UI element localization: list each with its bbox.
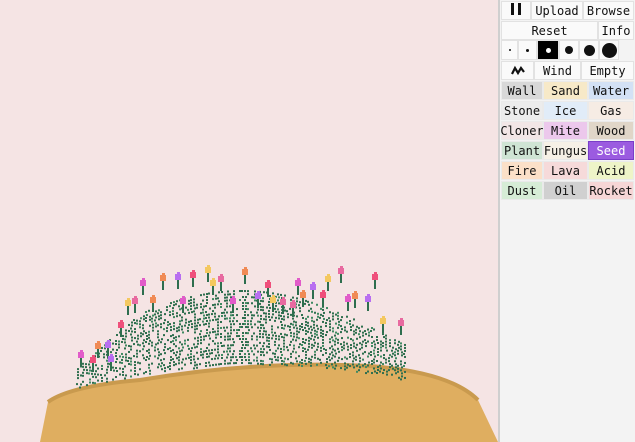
brush-size-1-button[interactable] — [501, 40, 518, 60]
element-cloner-button[interactable]: Cloner — [500, 121, 544, 140]
brush-dot-icon — [508, 49, 511, 51]
element-wall-button[interactable]: Wall — [501, 81, 543, 100]
brush-dot-icon — [526, 48, 529, 52]
brush-size-6-button[interactable] — [599, 40, 619, 60]
brush-size-5-button[interactable] — [579, 40, 599, 60]
brush-size-row — [501, 40, 619, 60]
element-row: Plant Fungus Seed — [501, 141, 634, 160]
simulation-canvas[interactable] — [0, 0, 498, 442]
element-oil-button[interactable]: Oil — [543, 181, 588, 200]
brush-dot-icon — [583, 44, 595, 56]
brush-size-4-button[interactable] — [559, 40, 579, 60]
element-row: Dust Oil Rocket — [501, 181, 634, 200]
element-sand-button[interactable]: Sand — [543, 81, 588, 100]
world-view[interactable] — [0, 0, 498, 442]
brush-dot-icon — [601, 42, 617, 58]
element-plant-button[interactable]: Plant — [501, 141, 543, 160]
element-fire-button[interactable]: Fire — [501, 161, 543, 180]
brush-dot-icon — [565, 46, 573, 54]
brush-size-2-button[interactable] — [518, 40, 537, 60]
upload-button[interactable]: Upload — [531, 1, 583, 20]
element-wood-button[interactable]: Wood — [588, 121, 634, 140]
empty-button[interactable]: Empty — [581, 61, 634, 80]
element-stone-button[interactable]: Stone — [501, 101, 543, 120]
element-ice-button[interactable]: Ice — [543, 101, 588, 120]
draw-mode-button[interactable] — [501, 61, 534, 80]
element-acid-button[interactable]: Acid — [588, 161, 634, 180]
element-water-button[interactable]: Water — [588, 81, 634, 100]
brush-dot-icon — [545, 47, 551, 53]
reset-button[interactable]: Reset — [501, 21, 598, 40]
info-button[interactable]: Info — [598, 21, 634, 40]
element-dust-button[interactable]: Dust — [501, 181, 543, 200]
browse-button[interactable]: Browse — [583, 1, 634, 20]
element-rocket-button[interactable]: Rocket — [588, 181, 634, 200]
element-row: Wall Sand Water — [501, 81, 634, 100]
element-row: Cloner Mite Wood — [500, 121, 634, 140]
element-lava-button[interactable]: Lava — [543, 161, 588, 180]
brush-size-3-button[interactable] — [537, 40, 559, 60]
squiggle-icon — [510, 65, 525, 75]
element-row: Stone Ice Gas — [501, 101, 634, 120]
element-gas-button[interactable]: Gas — [588, 101, 634, 120]
element-seed-button[interactable]: Seed — [588, 141, 634, 160]
element-fungus-button[interactable]: Fungus — [543, 141, 588, 160]
element-row: Fire Lava Acid — [501, 161, 634, 180]
pause-icon — [509, 3, 523, 18]
element-mite-button[interactable]: Mite — [543, 121, 588, 140]
control-panel: Upload Browse Reset Info Wind Empty Wall… — [500, 0, 635, 442]
wind-button[interactable]: Wind — [534, 61, 581, 80]
pause-button[interactable] — [501, 1, 531, 20]
